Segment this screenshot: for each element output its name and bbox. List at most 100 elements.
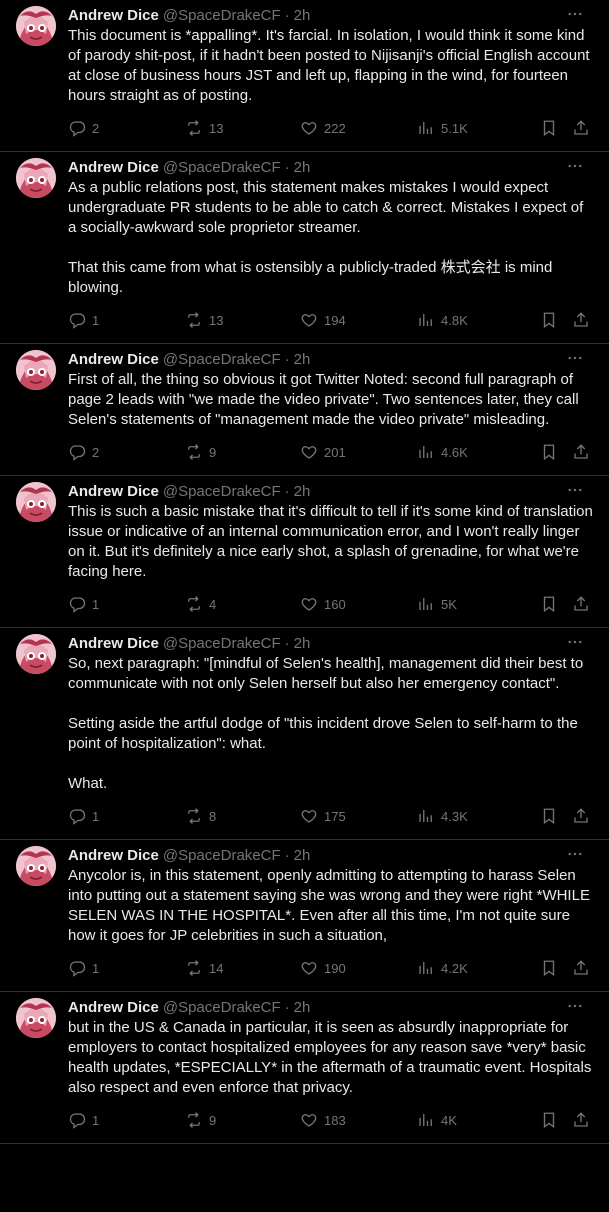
reply-button[interactable]: 1 [68,1110,185,1130]
bookmark-icon [543,1112,555,1129]
bookmark-button[interactable] [540,594,572,614]
retweet-button[interactable]: 14 [185,958,300,978]
tweet-actions: 1 13 194 4.8K [68,310,593,330]
more-icon[interactable] [565,844,585,864]
more-icon[interactable] [565,480,585,500]
more-icon[interactable] [565,996,585,1016]
tweet-paragraph: As a public relations post, this stateme… [68,179,584,236]
tweet-text: As a public relations post, this stateme… [68,178,593,298]
like-button[interactable]: 175 [300,806,417,826]
retweet-icon [188,312,200,328]
like-button[interactable]: 160 [300,594,417,614]
views-icon [419,122,432,134]
author-name[interactable]: Andrew Dice [68,846,159,866]
tweet[interactable]: Andrew Dice @SpaceDrakeCF · 2h As a publ… [0,152,609,344]
like-button[interactable]: 201 [300,442,417,462]
more-icon[interactable] [565,4,585,24]
reply-button[interactable]: 1 [68,958,185,978]
more-icon[interactable] [565,348,585,368]
tweet-text: Anycolor is, in this statement, openly a… [68,866,593,946]
like-button[interactable]: 194 [300,310,417,330]
share-button[interactable] [572,806,590,826]
author-handle[interactable]: @SpaceDrakeCF [163,350,281,370]
avatar[interactable] [16,158,56,198]
tweet[interactable]: Andrew Dice @SpaceDrakeCF · 2h This docu… [0,0,609,152]
avatar[interactable] [16,846,56,886]
author-handle[interactable]: @SpaceDrakeCF [163,158,281,178]
bookmark-button[interactable] [540,442,572,462]
reply-button[interactable]: 1 [68,806,185,826]
share-button[interactable] [572,1110,590,1130]
author-name[interactable]: Andrew Dice [68,482,159,502]
tweet-time[interactable]: 2h [294,634,311,654]
tweet-actions: 1 8 175 4.3K [68,806,593,826]
author-handle[interactable]: @SpaceDrakeCF [163,846,281,866]
avatar[interactable] [16,634,56,674]
views-button[interactable]: 5.1K [417,118,540,138]
author-handle[interactable]: @SpaceDrakeCF [163,634,281,654]
retweet-button[interactable]: 4 [185,594,300,614]
retweet-count: 13 [209,312,224,328]
reply-count: 1 [92,596,100,612]
bookmark-button[interactable] [540,958,572,978]
retweet-button[interactable]: 13 [185,118,300,138]
avatar[interactable] [16,482,56,522]
reply-button[interactable]: 2 [68,442,185,462]
reply-icon [69,809,86,825]
author-name[interactable]: Andrew Dice [68,158,159,178]
tweet[interactable]: Andrew Dice @SpaceDrakeCF · 2h First of … [0,344,609,476]
views-button[interactable]: 4.8K [417,310,540,330]
separator-dot: · [284,7,290,24]
tweet-time[interactable]: 2h [294,6,311,26]
bookmark-button[interactable] [540,806,572,826]
bookmark-button[interactable] [540,1110,572,1130]
tweet[interactable]: Andrew Dice @SpaceDrakeCF · 2h but in th… [0,992,609,1144]
more-icon[interactable] [565,156,585,176]
tweet-time[interactable]: 2h [294,158,311,178]
views-button[interactable]: 4.3K [417,806,540,826]
views-button[interactable]: 5K [417,594,540,614]
tweet-time[interactable]: 2h [294,846,311,866]
reply-button[interactable]: 2 [68,118,185,138]
author-name[interactable]: Andrew Dice [68,6,159,26]
tweet-time[interactable]: 2h [294,482,311,502]
tweet[interactable]: Andrew Dice @SpaceDrakeCF · 2h So, next … [0,628,609,840]
share-icon [574,596,588,611]
like-button[interactable]: 183 [300,1110,417,1130]
author-name[interactable]: Andrew Dice [68,634,159,654]
author-handle[interactable]: @SpaceDrakeCF [163,6,281,26]
views-button[interactable]: 4K [417,1110,540,1130]
share-button[interactable] [572,958,590,978]
author-name[interactable]: Andrew Dice [68,998,159,1018]
like-button[interactable]: 190 [300,958,417,978]
retweet-button[interactable]: 9 [185,442,300,462]
avatar[interactable] [16,998,56,1038]
share-button[interactable] [572,442,590,462]
retweet-button[interactable]: 9 [185,1110,300,1130]
reply-count: 1 [92,960,100,976]
views-button[interactable]: 4.6K [417,442,540,462]
bookmark-button[interactable] [540,310,572,330]
avatar[interactable] [16,6,56,46]
reply-count: 2 [92,120,100,136]
views-button[interactable]: 4.2K [417,958,540,978]
like-button[interactable]: 222 [300,118,417,138]
tweet-time[interactable]: 2h [294,998,311,1018]
tweet[interactable]: Andrew Dice @SpaceDrakeCF · 2h Anycolor … [0,840,609,992]
tweet[interactable]: Andrew Dice @SpaceDrakeCF · 2h This is s… [0,476,609,628]
tweet-time[interactable]: 2h [294,350,311,370]
retweet-button[interactable]: 8 [185,806,300,826]
retweet-button[interactable]: 13 [185,310,300,330]
author-name[interactable]: Andrew Dice [68,350,159,370]
reply-count: 1 [92,1112,100,1128]
avatar[interactable] [16,350,56,390]
share-button[interactable] [572,310,590,330]
share-button[interactable] [572,594,590,614]
more-icon[interactable] [565,632,585,652]
reply-button[interactable]: 1 [68,310,185,330]
reply-button[interactable]: 1 [68,594,185,614]
author-handle[interactable]: @SpaceDrakeCF [163,482,281,502]
author-handle[interactable]: @SpaceDrakeCF [163,998,281,1018]
bookmark-button[interactable] [540,118,572,138]
share-button[interactable] [572,118,590,138]
